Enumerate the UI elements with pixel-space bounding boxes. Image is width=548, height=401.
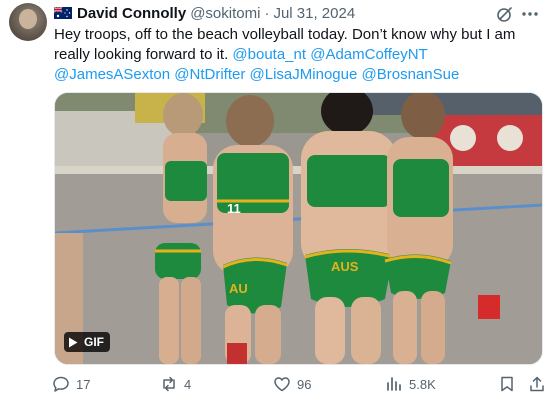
jersey-number: 11 xyxy=(227,201,241,216)
views-icon xyxy=(387,377,401,391)
media-gif[interactable]: 11 AU AUS xyxy=(54,92,543,365)
shorts-text: AU xyxy=(229,281,248,296)
tweet-date[interactable]: Jul 31, 2024 xyxy=(273,5,355,22)
avatar-face xyxy=(19,9,37,29)
share-icon xyxy=(530,376,544,392)
repost-count: 4 xyxy=(184,376,192,392)
gif-frame: 11 AU AUS xyxy=(55,93,542,364)
author-handle[interactable]: @sokitomi xyxy=(190,5,260,22)
shorts-text: AUS xyxy=(331,259,359,274)
bookmark-button[interactable] xyxy=(498,374,522,394)
mention-link[interactable]: @LisaJMinogue xyxy=(250,66,358,83)
gif-label: GIF xyxy=(84,335,104,349)
mention-link[interactable]: @JamesASexton xyxy=(54,66,170,83)
views-button[interactable]: 5.8K xyxy=(385,374,436,394)
tweet-text: Hey troops, off to the beach volleyball … xyxy=(54,25,544,85)
bookmark-icon xyxy=(501,376,513,392)
reply-button[interactable]: 17 xyxy=(52,374,90,394)
action-bar: 17 4 96 5.8K xyxy=(52,374,546,394)
repost-button[interactable]: 4 xyxy=(160,374,191,394)
australia-flag-icon xyxy=(54,7,72,19)
tweet-header: David Connolly @sokitomi · Jul 31, 2024 xyxy=(54,3,355,23)
like-count: 96 xyxy=(297,376,312,392)
avatar[interactable] xyxy=(9,3,47,41)
grok-icon[interactable] xyxy=(496,5,514,23)
mention-link[interactable]: @bouta_nt xyxy=(232,46,306,63)
views-count: 5.8K xyxy=(409,376,436,392)
reply-icon xyxy=(53,376,69,392)
heart-icon xyxy=(274,377,290,392)
gif-badge[interactable]: GIF xyxy=(64,332,110,352)
header-separator: · xyxy=(264,4,270,22)
repost-icon xyxy=(163,376,175,392)
reply-count: 17 xyxy=(76,376,91,392)
tweet-card[interactable]: David Connolly @sokitomi · Jul 31, 2024 … xyxy=(0,0,548,401)
more-options-icon[interactable] xyxy=(520,5,540,23)
play-icon xyxy=(69,337,78,347)
mention-link[interactable]: @BrosnanSue xyxy=(362,66,460,83)
author-name[interactable]: David Connolly xyxy=(77,5,186,22)
mention-link[interactable]: @AdamCoffeyNT xyxy=(310,46,427,63)
mention-link[interactable]: @NtDrifter xyxy=(174,66,245,83)
share-button[interactable] xyxy=(528,374,548,394)
like-button[interactable]: 96 xyxy=(273,374,311,394)
